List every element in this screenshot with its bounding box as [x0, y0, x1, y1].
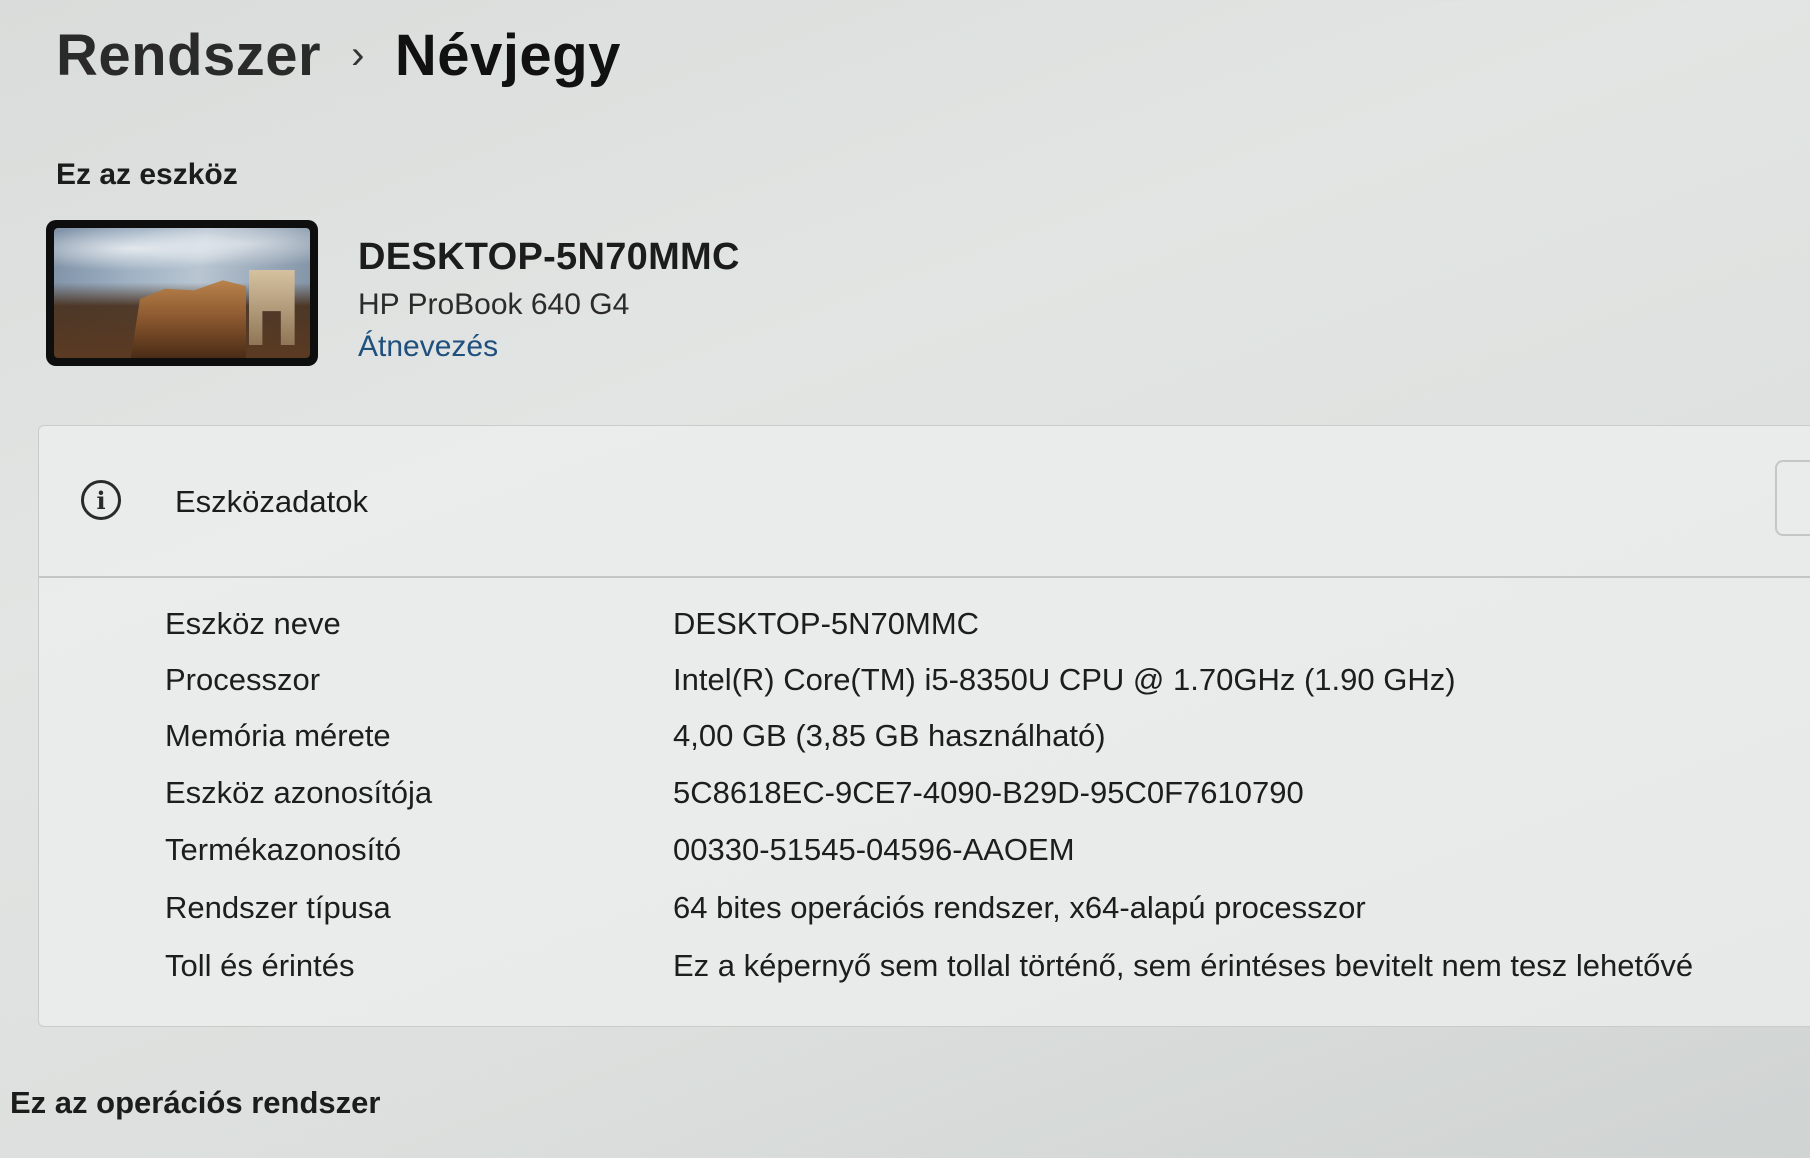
- this-device-heading: Ez az eszköz: [56, 158, 238, 191]
- device-name-heading: DESKTOP-5N70MMC: [358, 236, 740, 278]
- wallpaper-image: [54, 228, 310, 358]
- info-icon: i: [81, 480, 121, 520]
- spec-label: Eszköz neve: [165, 606, 341, 641]
- os-section-heading: Ez az operációs rendszer: [10, 1085, 381, 1120]
- spec-value: 5C8618EC-9CE7-4090-B29D-95C0F7610790: [673, 775, 1304, 810]
- spec-value: 00330-51545-04596-AAOEM: [673, 832, 1075, 867]
- spec-row-system-type: Rendszer típusa 64 bites operációs rends…: [39, 890, 1810, 940]
- spec-value: Intel(R) Core(TM) i5-8350U CPU @ 1.70GHz…: [673, 662, 1456, 697]
- device-specifications-header[interactable]: i Eszközadatok: [39, 426, 1810, 578]
- spec-label: Memória mérete: [165, 718, 391, 753]
- spec-value: 64 bites operációs rendszer, x64-alapú p…: [673, 890, 1366, 925]
- spec-value: 4,00 GB (3,85 GB használható): [673, 718, 1106, 753]
- spec-row-device-id: Eszköz azonosítója 5C8618EC-9CE7-4090-B2…: [39, 775, 1810, 825]
- spec-label: Toll és érintés: [165, 948, 355, 983]
- spec-row-memory: Memória mérete 4,00 GB (3,85 GB használh…: [39, 718, 1810, 768]
- copy-button[interactable]: [1775, 460, 1810, 536]
- spec-label: Rendszer típusa: [165, 890, 391, 925]
- page-title: Névjegy: [394, 23, 621, 88]
- spec-label: Processzor: [165, 662, 321, 697]
- spec-row-product-id: Termékazonosító 00330-51545-04596-AAOEM: [39, 832, 1810, 882]
- device-specifications-card: i Eszközadatok Eszköz neve DESKTOP-5N70M…: [38, 425, 1810, 1027]
- breadcrumb-parent-link[interactable]: Rendszer: [56, 22, 321, 89]
- breadcrumb: Rendszer › Névjegy: [56, 22, 621, 89]
- spec-label: Eszköz azonosítója: [165, 775, 433, 810]
- spec-value: DESKTOP-5N70MMC: [673, 606, 980, 641]
- spec-value: Ez a képernyő sem tollal történő, sem ér…: [673, 948, 1694, 983]
- rename-pc-link[interactable]: Átnevezés: [358, 330, 498, 364]
- spec-row-processor: Processzor Intel(R) Core(TM) i5-8350U CP…: [39, 662, 1810, 712]
- spec-label: Termékazonosító: [165, 832, 402, 867]
- device-wallpaper-thumbnail: [46, 220, 318, 366]
- spec-row-device-name: Eszköz neve DESKTOP-5N70MMC: [39, 606, 1810, 656]
- device-model: HP ProBook 640 G4: [358, 288, 630, 321]
- device-specifications-title: Eszközadatok: [175, 484, 368, 519]
- chevron-right-icon: ›: [351, 33, 365, 77]
- spec-row-pen-touch: Toll és érintés Ez a képernyő sem tollal…: [39, 948, 1810, 998]
